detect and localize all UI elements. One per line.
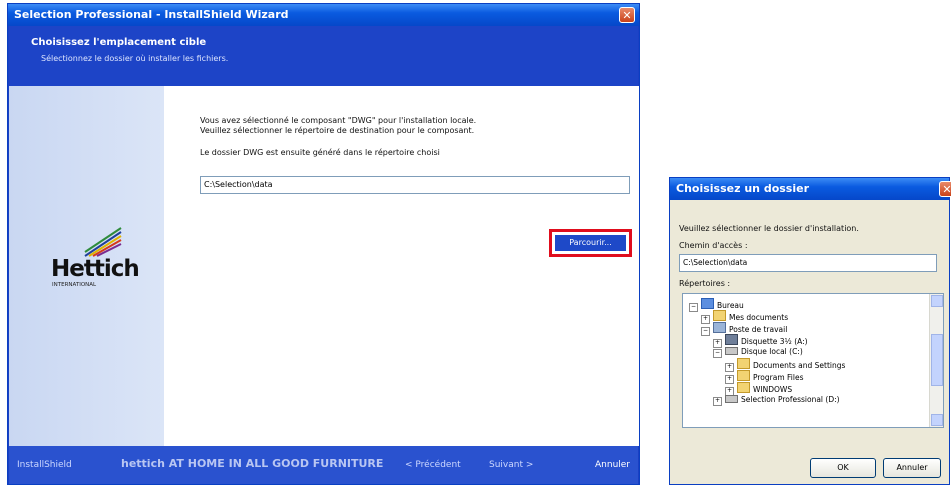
folder-icon (737, 370, 750, 381)
folder-icon (737, 382, 750, 393)
installshield-wizard-window: Selection Professional - InstallShield W… (7, 3, 640, 485)
dialog-path-value: C:\Selection\data (683, 258, 748, 267)
dialog-title-bar[interactable]: Choisissez un dossier (670, 178, 949, 200)
tree-item-documents-settings[interactable]: + Documents and Settings (725, 358, 845, 372)
floppy-icon (725, 334, 738, 345)
ok-button[interactable]: OK (810, 458, 876, 478)
directories-label: Répertoires : (679, 279, 731, 288)
path-label: Chemin d'accès : (679, 241, 748, 250)
directory-tree[interactable]: − Bureau + Mes documents − Poste de travail… (682, 293, 944, 428)
drive-icon (725, 347, 738, 355)
cancel-button[interactable]: Annuler (595, 460, 630, 470)
drive-icon (725, 395, 738, 403)
side-panel: Hettich INTERNATIONAL (9, 86, 164, 446)
tree-item-mes-documents[interactable]: + Mes documents (701, 310, 788, 324)
tree-item-windows[interactable]: + WINDOWS (725, 382, 792, 396)
dialog-path-input[interactable]: C:\Selection\data (679, 254, 937, 272)
info-line-1: Vous avez sélectionné le composant "DWG"… (200, 116, 477, 125)
tree-item-disque-local[interactable]: − Disque local (C:) (713, 346, 803, 358)
logo-subtext: INTERNATIONAL (52, 282, 97, 288)
destination-path-input[interactable]: C:\Selection\data (200, 176, 630, 194)
next-button[interactable]: Suivant > (489, 460, 533, 470)
collapse-icon[interactable]: − (713, 349, 722, 358)
tree-item-poste-de-travail[interactable]: − Poste de travail (701, 322, 787, 336)
header-title: Choisissez l'emplacement cible (31, 37, 207, 48)
tree-item-bureau[interactable]: − Bureau (689, 298, 744, 312)
info-line-2: Veuillez sélectionner le répertoire de d… (200, 126, 475, 135)
destination-path-value: C:\Selection\data (204, 180, 273, 189)
tree-item-selection-professional[interactable]: + Selection Professional (D:) (713, 394, 840, 406)
browse-button[interactable]: Parcourir... (554, 234, 627, 252)
hettich-logo: Hettich INTERNATIONAL (51, 226, 140, 296)
tree-item-disquette[interactable]: + Disquette 3½ (A:) (713, 334, 808, 348)
hettich-slogan: hettich AT HOME IN ALL GOOD FURNITURE (121, 457, 384, 470)
wizard-footer: InstallShield hettich AT HOME IN ALL GOO… (9, 446, 638, 484)
wizard-content: Vous avez sélectionné le composant "DWG"… (164, 86, 639, 446)
wizard-header: Choisissez l'emplacement cible Sélection… (9, 26, 638, 86)
dialog-prompt: Veuillez sélectionner le dossier d'insta… (679, 224, 859, 233)
logo-word: Hettich (51, 256, 140, 282)
dialog-close-icon[interactable]: ✕ (939, 181, 951, 197)
computer-icon (713, 322, 726, 333)
logo-stripes-icon (84, 227, 122, 257)
installshield-brand: InstallShield (17, 460, 72, 470)
scroll-thumb[interactable] (931, 334, 943, 386)
tree-scrollbar[interactable] (929, 294, 943, 427)
dialog-cancel-button[interactable]: Annuler (883, 458, 941, 478)
desktop-icon (701, 298, 714, 309)
wizard-title: Selection Professional - InstallShield W… (14, 8, 289, 21)
folder-icon (713, 310, 726, 321)
collapse-icon[interactable]: − (689, 303, 698, 312)
scroll-down-icon[interactable] (931, 414, 943, 426)
scroll-up-icon[interactable] (931, 295, 943, 307)
header-subtitle: Sélectionnez le dossier où installer les… (41, 54, 229, 63)
wizard-title-bar[interactable]: Selection Professional - InstallShield W… (8, 4, 639, 26)
back-button[interactable]: < Précédent (405, 460, 461, 470)
collapse-icon[interactable]: − (701, 327, 710, 336)
choose-folder-dialog: Choisissez un dossier ✕ Veuillez sélecti… (669, 177, 951, 485)
folder-icon (737, 358, 750, 369)
close-icon[interactable]: ✕ (619, 7, 635, 23)
info-line-3: Le dossier DWG est ensuite généré dans l… (200, 148, 440, 157)
tree-item-program-files[interactable]: + Program Files (725, 370, 804, 384)
expand-icon[interactable]: + (713, 397, 722, 406)
dialog-title: Choisissez un dossier (676, 182, 810, 195)
